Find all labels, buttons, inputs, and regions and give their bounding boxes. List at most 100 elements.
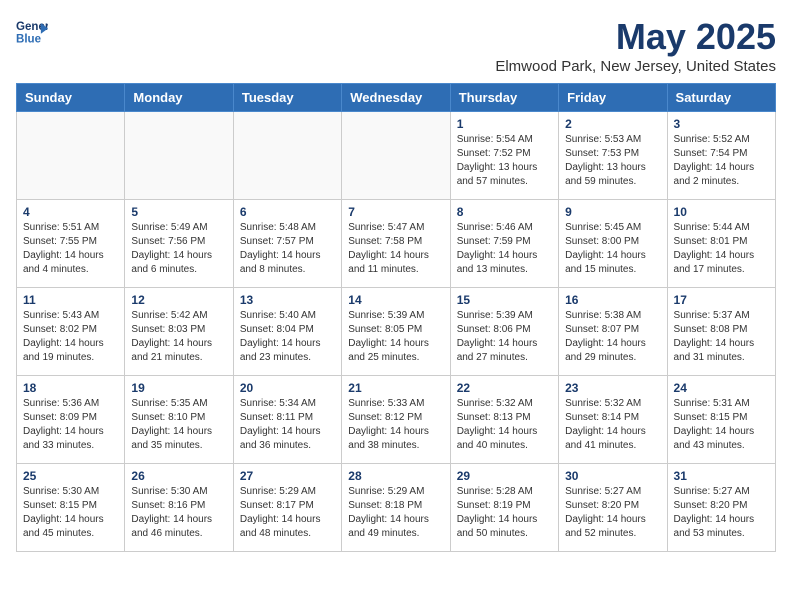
day-cell: [233, 112, 341, 200]
day-info: Sunrise: 5:46 AM Sunset: 7:59 PM Dayligh…: [457, 221, 552, 277]
day-number: 1: [457, 117, 552, 131]
calendar-table: SundayMondayTuesdayWednesdayThursdayFrid…: [16, 83, 776, 552]
day-info: Sunrise: 5:48 AM Sunset: 7:57 PM Dayligh…: [240, 221, 335, 277]
day-number: 2: [565, 117, 660, 131]
day-number: 20: [240, 381, 335, 395]
day-info: Sunrise: 5:53 AM Sunset: 7:53 PM Dayligh…: [565, 133, 660, 189]
day-cell: 30Sunrise: 5:27 AM Sunset: 8:20 PM Dayli…: [559, 464, 667, 552]
weekday-header-saturday: Saturday: [667, 84, 775, 112]
day-number: 28: [348, 469, 443, 483]
day-info: Sunrise: 5:47 AM Sunset: 7:58 PM Dayligh…: [348, 221, 443, 277]
week-row-2: 4 Sunrise: 5:51 AM Sunset: 7:55 PM Daylig…: [17, 200, 776, 288]
day-info: Sunrise: 5:49 AM Sunset: 7:56 PM Dayligh…: [131, 221, 226, 277]
day-number: 8: [457, 205, 552, 219]
day-cell: 2 Sunrise: 5:53 AM Sunset: 7:53 PM Daylig…: [559, 112, 667, 200]
day-info: Sunrise: 5:36 AM Sunset: 8:09 PM Dayligh…: [23, 397, 118, 453]
day-number: 7: [348, 205, 443, 219]
day-info: Sunrise: 5:29 AM Sunset: 8:17 PM Dayligh…: [240, 485, 335, 541]
day-cell: 29Sunrise: 5:28 AM Sunset: 8:19 PM Dayli…: [450, 464, 558, 552]
day-info: Sunrise: 5:32 AM Sunset: 8:14 PM Dayligh…: [565, 397, 660, 453]
day-cell: 13 Sunrise: 5:40 AM Sunset: 8:04 PM Dayli…: [233, 288, 341, 376]
day-cell: 17Sunrise: 5:37 AM Sunset: 8:08 PM Dayli…: [667, 288, 775, 376]
day-cell: 14Sunrise: 5:39 AM Sunset: 8:05 PM Dayli…: [342, 288, 450, 376]
day-cell: 8 Sunrise: 5:46 AM Sunset: 7:59 PM Daylig…: [450, 200, 558, 288]
day-cell: 19 Sunrise: 5:35 AM Sunset: 8:10 PM Dayli…: [125, 376, 233, 464]
weekday-header-tuesday: Tuesday: [233, 84, 341, 112]
day-number: 4: [23, 205, 118, 219]
day-number: 25: [23, 469, 118, 483]
weekday-header-friday: Friday: [559, 84, 667, 112]
day-number: 9: [565, 205, 660, 219]
day-info: Sunrise: 5:52 AM Sunset: 7:54 PM Dayligh…: [674, 133, 769, 189]
day-number: 12: [131, 293, 226, 307]
day-info: Sunrise: 5:37 AM Sunset: 8:08 PM Dayligh…: [674, 309, 769, 365]
day-cell: 7 Sunrise: 5:47 AM Sunset: 7:58 PM Daylig…: [342, 200, 450, 288]
day-cell: 12 Sunrise: 5:42 AM Sunset: 8:03 PM Dayli…: [125, 288, 233, 376]
day-cell: 28 Sunrise: 5:29 AM Sunset: 8:18 PM Dayli…: [342, 464, 450, 552]
week-row-5: 25 Sunrise: 5:30 AM Sunset: 8:15 PM Dayli…: [17, 464, 776, 552]
day-info: Sunrise: 5:39 AM Sunset: 8:06 PM Dayligh…: [457, 309, 552, 365]
day-info: Sunrise: 5:43 AM Sunset: 8:02 PM Dayligh…: [23, 309, 118, 365]
day-cell: 21 Sunrise: 5:33 AM Sunset: 8:12 PM Dayli…: [342, 376, 450, 464]
day-info: Sunrise: 5:35 AM Sunset: 8:10 PM Dayligh…: [131, 397, 226, 453]
day-info: Sunrise: 5:38 AM Sunset: 8:07 PM Dayligh…: [565, 309, 660, 365]
day-cell: [17, 112, 125, 200]
day-cell: 9 Sunrise: 5:45 AM Sunset: 8:00 PM Daylig…: [559, 200, 667, 288]
weekday-header-thursday: Thursday: [450, 84, 558, 112]
day-number: 16: [565, 293, 660, 307]
weekday-header-wednesday: Wednesday: [342, 84, 450, 112]
day-number: 14: [348, 293, 443, 307]
day-cell: 5Sunrise: 5:49 AM Sunset: 7:56 PM Daylig…: [125, 200, 233, 288]
day-cell: 20 Sunrise: 5:34 AM Sunset: 8:11 PM Dayli…: [233, 376, 341, 464]
day-number: 10: [674, 205, 769, 219]
day-cell: [125, 112, 233, 200]
day-number: 13: [240, 293, 335, 307]
day-info: Sunrise: 5:45 AM Sunset: 8:00 PM Dayligh…: [565, 221, 660, 277]
day-number: 31: [674, 469, 769, 483]
day-cell: 16 Sunrise: 5:38 AM Sunset: 8:07 PM Dayli…: [559, 288, 667, 376]
day-cell: 10Sunrise: 5:44 AM Sunset: 8:01 PM Dayli…: [667, 200, 775, 288]
day-cell: 26Sunrise: 5:30 AM Sunset: 8:16 PM Dayli…: [125, 464, 233, 552]
week-row-4: 18 Sunrise: 5:36 AM Sunset: 8:09 PM Dayli…: [17, 376, 776, 464]
day-number: 26: [131, 469, 226, 483]
day-cell: 11 Sunrise: 5:43 AM Sunset: 8:02 PM Dayli…: [17, 288, 125, 376]
day-cell: 3Sunrise: 5:52 AM Sunset: 7:54 PM Daylig…: [667, 112, 775, 200]
day-number: 21: [348, 381, 443, 395]
day-number: 27: [240, 469, 335, 483]
day-number: 18: [23, 381, 118, 395]
location-title: Elmwood Park, New Jersey, United States: [495, 58, 776, 75]
day-info: Sunrise: 5:42 AM Sunset: 8:03 PM Dayligh…: [131, 309, 226, 365]
logo: General Blue: [16, 16, 48, 48]
day-cell: 18 Sunrise: 5:36 AM Sunset: 8:09 PM Dayli…: [17, 376, 125, 464]
day-info: Sunrise: 5:40 AM Sunset: 8:04 PM Dayligh…: [240, 309, 335, 365]
day-info: Sunrise: 5:51 AM Sunset: 7:55 PM Dayligh…: [23, 221, 118, 277]
day-number: 24: [674, 381, 769, 395]
day-cell: 25 Sunrise: 5:30 AM Sunset: 8:15 PM Dayli…: [17, 464, 125, 552]
day-info: Sunrise: 5:34 AM Sunset: 8:11 PM Dayligh…: [240, 397, 335, 453]
day-number: 22: [457, 381, 552, 395]
day-cell: 24Sunrise: 5:31 AM Sunset: 8:15 PM Dayli…: [667, 376, 775, 464]
day-number: 15: [457, 293, 552, 307]
day-info: Sunrise: 5:30 AM Sunset: 8:15 PM Dayligh…: [23, 485, 118, 541]
svg-text:Blue: Blue: [16, 34, 42, 46]
day-cell: 31Sunrise: 5:27 AM Sunset: 8:20 PM Dayli…: [667, 464, 775, 552]
logo-icon: General Blue: [16, 16, 48, 48]
day-cell: 4 Sunrise: 5:51 AM Sunset: 7:55 PM Daylig…: [17, 200, 125, 288]
day-number: 11: [23, 293, 118, 307]
header: General Blue May 2025 Elmwood Park, New …: [16, 16, 776, 75]
day-info: Sunrise: 5:33 AM Sunset: 8:12 PM Dayligh…: [348, 397, 443, 453]
day-number: 30: [565, 469, 660, 483]
day-info: Sunrise: 5:32 AM Sunset: 8:13 PM Dayligh…: [457, 397, 552, 453]
weekday-header-monday: Monday: [125, 84, 233, 112]
week-row-1: 1 Sunrise: 5:54 AM Sunset: 7:52 PM Daylig…: [17, 112, 776, 200]
month-title: May 2025: [495, 16, 776, 58]
day-cell: 23Sunrise: 5:32 AM Sunset: 8:14 PM Dayli…: [559, 376, 667, 464]
day-cell: 27 Sunrise: 5:29 AM Sunset: 8:17 PM Dayli…: [233, 464, 341, 552]
day-cell: 1 Sunrise: 5:54 AM Sunset: 7:52 PM Daylig…: [450, 112, 558, 200]
day-cell: 22 Sunrise: 5:32 AM Sunset: 8:13 PM Dayli…: [450, 376, 558, 464]
day-number: 19: [131, 381, 226, 395]
day-info: Sunrise: 5:29 AM Sunset: 8:18 PM Dayligh…: [348, 485, 443, 541]
day-info: Sunrise: 5:54 AM Sunset: 7:52 PM Dayligh…: [457, 133, 552, 189]
day-cell: 6Sunrise: 5:48 AM Sunset: 7:57 PM Daylig…: [233, 200, 341, 288]
weekday-header-sunday: Sunday: [17, 84, 125, 112]
